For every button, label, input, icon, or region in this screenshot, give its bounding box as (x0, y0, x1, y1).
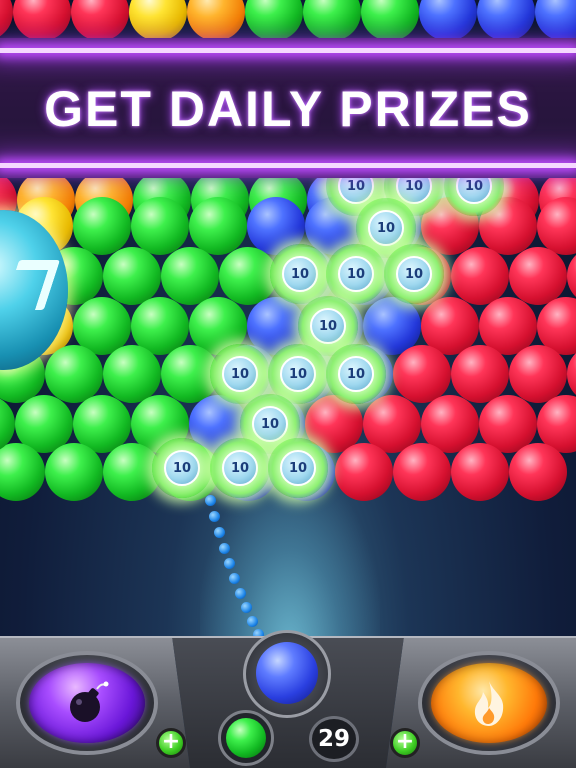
aim-dot (247, 616, 258, 627)
banner-neon-bottom (0, 163, 576, 168)
flame-icon (474, 681, 504, 726)
add-fire-button[interactable]: + (390, 728, 420, 758)
score-label: 10 (222, 356, 258, 392)
fire-powerup-button[interactable] (418, 651, 560, 755)
aim-dot (209, 511, 220, 522)
score-label: 10 (396, 256, 432, 292)
blue-bubble (535, 0, 576, 41)
green-bubble (103, 247, 161, 305)
shots-remaining-counter: 29 (309, 716, 359, 762)
score-label: 10 (368, 210, 404, 246)
green-bubble (219, 247, 277, 305)
current-bubble[interactable] (256, 642, 318, 704)
plus-icon: + (161, 729, 181, 754)
red-bubble (0, 0, 13, 41)
green-bubble (161, 247, 219, 305)
score-label: 10 (280, 356, 316, 392)
score-label: 10 (164, 450, 200, 486)
red-bubble (393, 443, 451, 501)
aim-dot (229, 573, 240, 584)
score-popup-bubble: 10 (268, 438, 328, 498)
blue-bubble (477, 0, 535, 41)
score-label: 10 (310, 308, 346, 344)
promo-banner: GET DAILY PRIZES (0, 38, 576, 178)
red-bubble (451, 247, 509, 305)
score-label: 10 (222, 450, 258, 486)
green-bubble (103, 345, 161, 403)
red-bubble (509, 345, 567, 403)
score-popup-bubble: 10 (270, 244, 330, 304)
score-popup-bubble: 10 (210, 438, 270, 498)
game-board[interactable]: 10 10 10 10 10 10 10 10 10 10 10 10 10 10 10 GET DAILY… (0, 0, 576, 768)
bomb-powerup-face (29, 663, 145, 743)
add-bomb-button[interactable]: + (156, 728, 186, 758)
red-bubble (509, 443, 567, 501)
score-popup-bubble: 10 (384, 244, 444, 304)
green-bubble (45, 443, 103, 501)
red-bubble (451, 345, 509, 403)
aim-dot (214, 527, 225, 538)
score-popup-bubble: 10 (326, 344, 386, 404)
score-label: 10 (282, 256, 318, 292)
bomb-icon (70, 681, 109, 722)
next-bubble[interactable] (226, 718, 266, 758)
score-label: 10 (338, 256, 374, 292)
aim-dot (235, 588, 246, 599)
orange-bubble (187, 0, 245, 41)
green-bubble (361, 0, 419, 41)
bomb-powerup-button[interactable] (16, 651, 158, 755)
aim-dot (241, 602, 252, 613)
yellow-bubble (129, 0, 187, 41)
red-bubble (393, 345, 451, 403)
blue-bubble (419, 0, 477, 41)
green-bubble (45, 345, 103, 403)
fire-powerup-face (431, 663, 547, 743)
banner-title: GET DAILY PRIZES (44, 81, 532, 137)
red-bubble (13, 0, 71, 41)
red-bubble (451, 443, 509, 501)
red-bubble (335, 443, 393, 501)
red-bubble (71, 0, 129, 41)
red-bubble (509, 247, 567, 305)
green-bubble (303, 0, 361, 41)
aim-dot (224, 558, 235, 569)
aim-dot (205, 495, 216, 506)
green-bubble (131, 197, 189, 255)
score-label: 10 (252, 406, 288, 442)
green-bubble (189, 197, 247, 255)
plus-icon: + (395, 729, 415, 754)
green-bubble (245, 0, 303, 41)
score-popup-bubble: 10 (152, 438, 212, 498)
score-label: 10 (280, 450, 316, 486)
score-popup-bubble: 10 (326, 244, 386, 304)
aim-dot (219, 543, 230, 554)
banner-neon-top (0, 48, 576, 53)
score-label: 10 (338, 356, 374, 392)
seven-icon (2, 260, 61, 310)
green-bubble (73, 197, 131, 255)
